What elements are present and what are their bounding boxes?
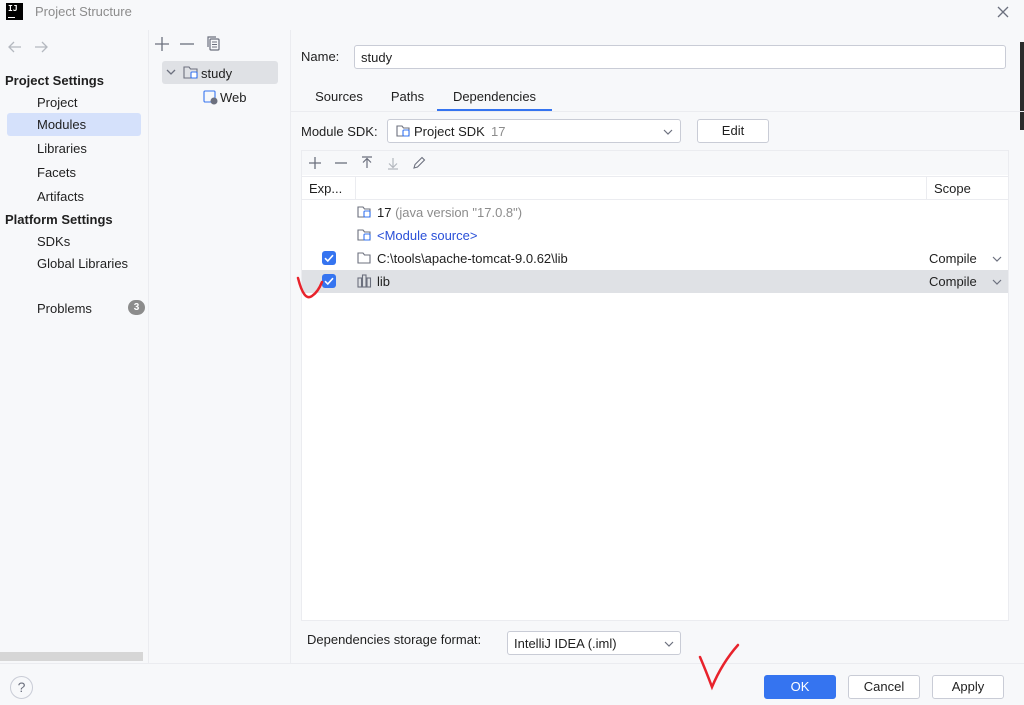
nav-item-artifacts[interactable]: Artifacts <box>7 185 141 208</box>
divider <box>0 663 1024 664</box>
table-row[interactable]: <Module source> <box>302 224 1008 247</box>
apply-button[interactable]: Apply <box>932 675 1004 699</box>
close-icon[interactable] <box>994 3 1012 21</box>
tree-item-label: study <box>201 66 233 81</box>
sdk-folder-icon <box>396 124 411 138</box>
intellij-logo-icon: IJ <box>6 3 23 20</box>
nav-item-modules[interactable]: Modules <box>7 113 141 136</box>
table-row[interactable]: C:\tools\apache-tomcat-9.0.62\lib Compil… <box>302 247 1008 270</box>
tree-item-web[interactable]: Web <box>162 86 278 109</box>
storage-format-value: IntelliJ IDEA (.iml) <box>514 636 617 651</box>
title-bar: IJ Project Structure <box>0 0 1024 24</box>
sdk-detail: (java version "17.0.8") <box>395 205 523 220</box>
dependency-name: <Module source> <box>377 228 478 243</box>
back-arrow-icon[interactable] <box>7 40 23 54</box>
column-header-export[interactable]: Exp... <box>309 181 342 196</box>
window-edge <box>1020 42 1024 130</box>
source-folder-icon <box>357 228 372 242</box>
remove-icon[interactable] <box>177 34 197 54</box>
left-navigation: Project Settings Project Modules Librari… <box>0 30 148 663</box>
edit-pencil-icon[interactable] <box>409 153 429 173</box>
move-down-icon[interactable] <box>383 153 403 173</box>
sdk-folder-icon <box>357 205 372 219</box>
chevron-down-icon <box>663 127 673 137</box>
divider <box>148 30 149 663</box>
sdk-name: 17 <box>377 205 392 220</box>
horizontal-scrollbar[interactable] <box>0 652 143 661</box>
divider <box>290 30 291 663</box>
nav-item-problems[interactable]: Problems <box>7 297 141 320</box>
add-dependency-icon[interactable] <box>305 153 325 173</box>
module-sdk-label: Module SDK: <box>301 124 378 139</box>
dependency-name: C:\tools\apache-tomcat-9.0.62\lib <box>377 251 568 266</box>
library-icon <box>357 274 372 288</box>
folder-icon <box>357 251 372 265</box>
export-checkbox[interactable] <box>322 251 336 265</box>
problems-count-badge: 3 <box>128 300 145 315</box>
platform-settings-header: Platform Settings <box>5 212 113 227</box>
nav-item-facets[interactable]: Facets <box>7 161 141 184</box>
window-title: Project Structure <box>35 4 132 19</box>
storage-format-label: Dependencies storage format: <box>307 632 482 647</box>
sdk-value: Project SDK <box>414 124 485 139</box>
column-separator <box>355 177 356 199</box>
nav-item-global-libraries[interactable]: Global Libraries <box>7 252 141 275</box>
chevron-down-icon <box>992 255 1002 263</box>
chevron-down-icon <box>664 639 674 649</box>
dependency-name: 17 (java version "17.0.8") <box>377 205 522 220</box>
add-icon[interactable] <box>152 34 172 54</box>
nav-item-sdks[interactable]: SDKs <box>7 230 141 253</box>
ok-button[interactable]: OK <box>764 675 836 699</box>
forward-arrow-icon[interactable] <box>33 40 49 54</box>
tree-item-label: Web <box>220 90 247 105</box>
tab-sources[interactable]: Sources <box>304 86 374 112</box>
red-checkmark-annotation-icon <box>698 643 740 691</box>
table-row[interactable]: 17 (java version "17.0.8") <box>302 201 1008 224</box>
tab-dependencies[interactable]: Dependencies <box>437 86 552 112</box>
edit-sdk-button[interactable]: Edit <box>697 119 769 143</box>
nav-item-project[interactable]: Project <box>7 91 141 114</box>
help-button[interactable]: ? <box>10 676 33 699</box>
web-facet-icon <box>203 90 218 105</box>
red-checkmark-annotation-icon <box>296 276 324 299</box>
move-up-icon[interactable] <box>357 153 377 173</box>
tab-paths[interactable]: Paths <box>380 86 435 112</box>
nav-item-libraries[interactable]: Libraries <box>7 137 141 160</box>
tree-item-study[interactable]: study <box>162 61 278 84</box>
module-folder-icon <box>183 65 199 80</box>
module-name-input[interactable] <box>354 45 1006 69</box>
copy-icon[interactable] <box>204 34 224 54</box>
project-settings-header: Project Settings <box>5 73 104 88</box>
column-header-scope[interactable]: Scope <box>934 181 971 196</box>
chevron-down-icon[interactable] <box>166 67 176 77</box>
cancel-button[interactable]: Cancel <box>848 675 920 699</box>
scope-dropdown[interactable]: Compile <box>929 274 977 289</box>
chevron-down-icon <box>992 278 1002 286</box>
table-row[interactable]: lib Compile <box>302 270 1008 293</box>
tabs-underline <box>291 111 1024 112</box>
module-sdk-dropdown[interactable]: Project SDK 17 <box>387 119 681 143</box>
name-label: Name: <box>301 49 340 64</box>
dependency-name: lib <box>377 274 391 289</box>
dependencies-toolbar <box>302 151 1008 175</box>
remove-dependency-icon[interactable] <box>331 153 351 173</box>
sdk-version: 17 <box>491 124 506 139</box>
storage-format-dropdown[interactable]: IntelliJ IDEA (.iml) <box>507 631 681 655</box>
column-separator <box>926 177 927 199</box>
dependencies-table-header: Exp... Scope <box>302 176 1008 200</box>
scope-dropdown[interactable]: Compile <box>929 251 977 266</box>
